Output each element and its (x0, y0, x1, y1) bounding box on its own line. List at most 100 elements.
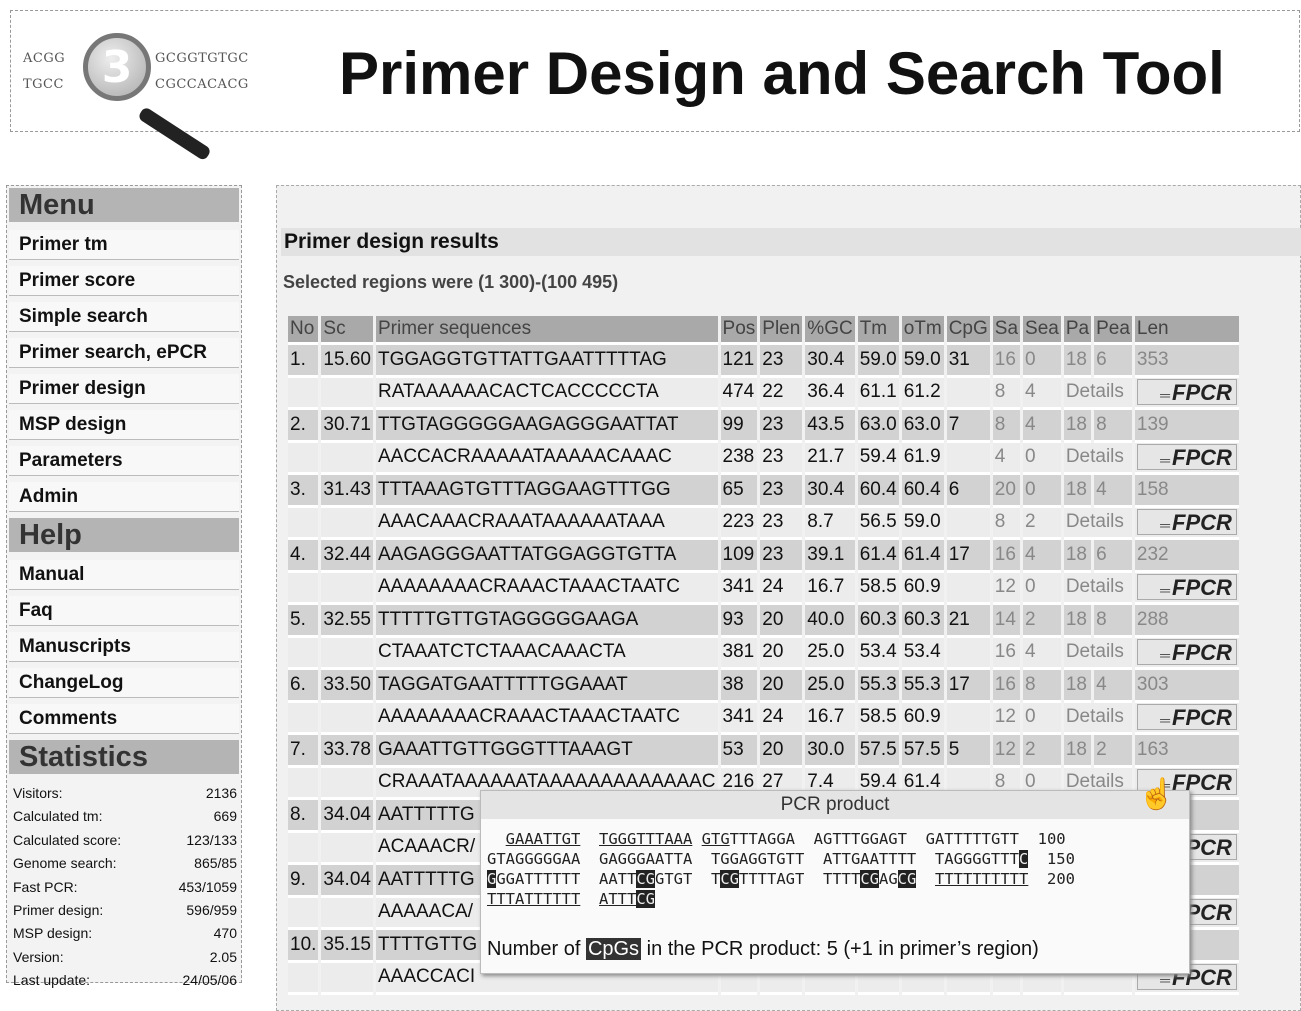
cell-sea: 0 (1023, 442, 1061, 475)
column-header: Sea (1023, 316, 1061, 345)
help-item[interactable]: Comments (9, 704, 239, 734)
results-title: Primer design results (281, 228, 1301, 256)
sequence-segment: CG (636, 890, 655, 908)
cell-no: 10. (288, 930, 319, 963)
underlined-segment: TGGGTTTAAA (599, 830, 692, 848)
help-item[interactable]: Faq (9, 596, 239, 626)
fpcr-button[interactable]: ═FPCR (1136, 573, 1237, 600)
details-link[interactable]: Details (1063, 377, 1132, 410)
menu-item[interactable]: Primer score (9, 266, 239, 296)
cell-no: 4. (288, 540, 319, 573)
logo-dna-4: CGCCACACG (155, 77, 249, 92)
cell-cpg: 21 (946, 605, 990, 638)
fpcr-button[interactable]: ═FPCR (1136, 508, 1237, 535)
cell-pos: 99 (720, 410, 758, 443)
stat-label: Visitors: (13, 785, 63, 801)
cell-len: 139 (1134, 410, 1239, 443)
cell-sea: 2 (1023, 507, 1061, 540)
menu-item[interactable]: Admin (9, 482, 239, 512)
cell-sea: 4 (1023, 377, 1061, 410)
stat-row: Primer design: 596/959 (13, 899, 237, 922)
details-link[interactable]: Details (1063, 637, 1132, 670)
help-item[interactable]: Manuscripts (9, 632, 239, 662)
cell-pos: 93 (720, 605, 758, 638)
logo-letter: 3 (101, 41, 133, 93)
cell-cpg: 5 (946, 735, 990, 768)
stat-row: Genome search: 865/85 (13, 852, 237, 875)
cell-plen: 24 (760, 702, 803, 735)
cell-sc (321, 507, 373, 540)
details-link[interactable]: Details (1063, 572, 1132, 605)
cell-sc: 33.50 (321, 670, 373, 703)
menu-item[interactable]: Simple search (9, 302, 239, 332)
cell-pea: 6 (1094, 345, 1132, 378)
cell-sea: 2 (1023, 735, 1061, 768)
column-header: CpG (946, 316, 990, 345)
table-row: 3. 31.43 TTTAAAGTGTTTAGGAAGTTTGG 65 23 30.4 60… (288, 475, 1239, 508)
cell-pea: 2 (1094, 735, 1132, 768)
cell-pos: 341 (720, 702, 758, 735)
help-item[interactable]: Manual (9, 560, 239, 590)
stat-row: Calculated score: 123/133 (13, 829, 237, 852)
cell-pos: 238 (720, 442, 758, 475)
cell-pos: 65 (720, 475, 758, 508)
cell-sa: 16 (992, 670, 1021, 703)
cell-otm: 61.2 (901, 377, 944, 410)
cell-cpg: 17 (946, 670, 990, 703)
fpcr-button[interactable]: ═FPCR (1136, 703, 1237, 730)
statistics-heading: Statistics (9, 740, 239, 774)
sequence-segment: TTTTTTTTTT (935, 870, 1029, 888)
cell-seq: AAGAGGGAATTATGGAGGTGTTA (375, 540, 718, 573)
magnifier-handle (137, 106, 212, 162)
cell-seq: CTAAATCTCTAAACAAACTA (375, 637, 718, 670)
cell-pa: 18 (1063, 540, 1092, 573)
logo-dna-3: GCGGTGTGC (155, 51, 249, 66)
fpcr-button[interactable]: ═FPCR (1136, 443, 1237, 470)
table-header-row: No Sc Primer sequences Pos Plen %GC Tm oTm CpG Sa… (288, 316, 1239, 345)
details-link[interactable]: Details (1063, 442, 1132, 475)
help-item[interactable]: ChangeLog (9, 668, 239, 698)
stat-label: Fast PCR: (13, 878, 78, 895)
menu-item[interactable]: Primer design (9, 374, 239, 404)
fpcr-lines-icon: ═ (1160, 516, 1170, 533)
details-link[interactable]: Details (1063, 702, 1132, 735)
menu-item[interactable]: MSP design (9, 410, 239, 440)
cell-sc (321, 377, 373, 410)
cell-sc: 15.60 (321, 345, 373, 378)
popup-title: PCR product (481, 791, 1189, 819)
fpcr-cell: ═FPCR (1134, 702, 1239, 735)
page-title: Primer Design and Search Tool (339, 40, 1225, 107)
sequence-line: GGGATTTTTT AATTCGGTGT TCGTTTTAGT TTTTCGA… (487, 869, 1183, 889)
fpcr-button[interactable]: ═FPCR (1136, 638, 1237, 665)
details-link[interactable]: Details (1063, 507, 1132, 540)
sequence-segment: GTAGGGGGAA GAGGGAATTA TGGAGGTGTT ATTGAAT… (487, 850, 1019, 868)
cell-plen: 23 (760, 410, 803, 443)
menu-item[interactable]: Primer tm (9, 230, 239, 260)
fpcr-cell: ═FPCR (1134, 507, 1239, 540)
cell-tm: 55.3 (857, 670, 899, 703)
cell-cpg (946, 572, 990, 605)
help-heading: Help (9, 518, 239, 552)
cell-gc: 16.7 (805, 702, 855, 735)
cell-no (288, 507, 319, 540)
cell-tm: 59.4 (857, 442, 899, 475)
cell-seq: TTTTTGTTGTAGGGGGAAGA (375, 605, 718, 638)
cell-sc (321, 962, 373, 995)
cell-sc (321, 572, 373, 605)
cell-cpg: 17 (946, 540, 990, 573)
cell-otm: 60.4 (901, 475, 944, 508)
column-header: Primer sequences (375, 316, 718, 345)
stat-row: Visitors: 2136 (13, 782, 237, 805)
cell-sea: 2 (1023, 605, 1061, 638)
cell-sea: 0 (1023, 345, 1061, 378)
menu-item[interactable]: Parameters (9, 446, 239, 476)
stat-label: MSP design: (13, 925, 93, 942)
menu-item[interactable]: Primer search, ePCR (9, 338, 239, 368)
cell-len: 353 (1134, 345, 1239, 378)
sequence-segment (487, 830, 506, 848)
cpg-note: Number of CpGs in the PCR product: 5 (+1… (487, 938, 1039, 961)
fpcr-button[interactable]: ═FPCR (1136, 378, 1237, 405)
cell-pos: 381 (720, 637, 758, 670)
cell-no: 3. (288, 475, 319, 508)
cell-no: 6. (288, 670, 319, 703)
